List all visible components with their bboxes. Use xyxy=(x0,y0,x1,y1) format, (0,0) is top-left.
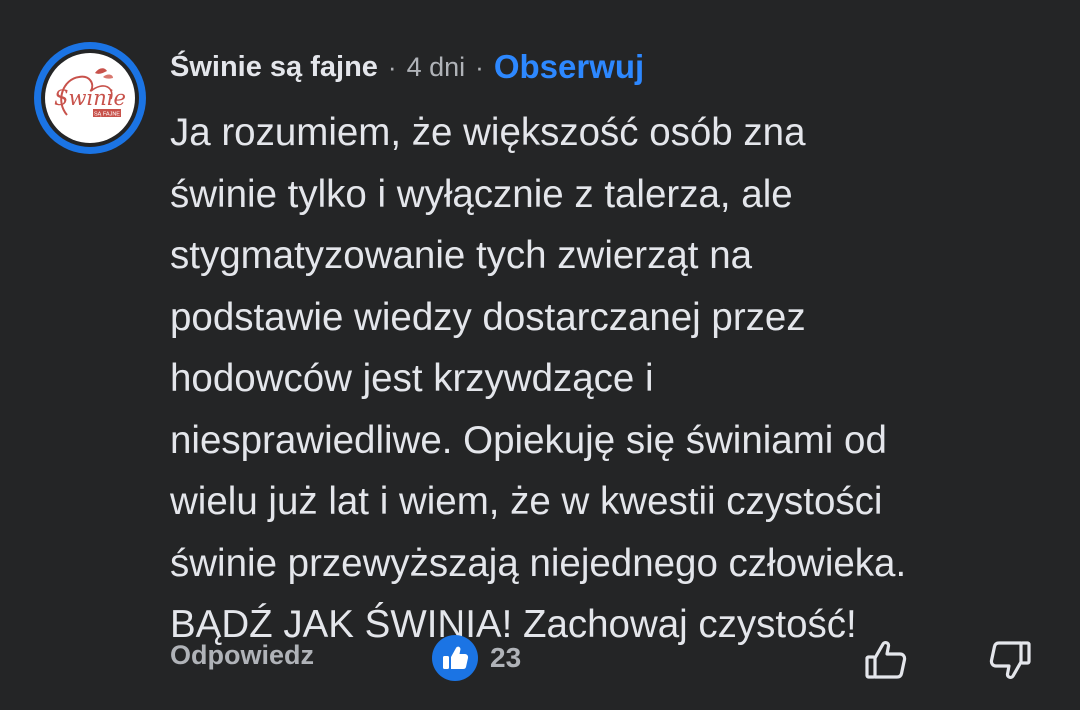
swinie-logo-icon: Świnie SĄ FAJNE xyxy=(54,68,126,118)
comment-text-line: podstawie wiedzy dostarczanej przez xyxy=(170,295,806,339)
comment-text-line: świnie przewyższają niejednego człowieka… xyxy=(170,541,907,585)
like-reaction-badge[interactable] xyxy=(432,635,478,681)
comment-actions: Odpowiedz 23 xyxy=(0,628,1080,688)
svg-text:Świnie: Świnie xyxy=(54,86,126,110)
comment: Świnie SĄ FAJNE Świnie są fajne · 4 dni … xyxy=(0,0,1080,710)
downvote-button[interactable] xyxy=(986,636,1034,684)
avatar[interactable]: Świnie SĄ FAJNE xyxy=(34,42,146,154)
comment-header: Świnie są fajne · 4 dni · Obserwuj xyxy=(170,44,644,90)
follow-button[interactable]: Obserwuj xyxy=(494,48,644,86)
author-name[interactable]: Świnie są fajne xyxy=(170,51,378,84)
separator-dot: · xyxy=(387,51,397,82)
comment-text: Ja rozumiem, że większość osób zna świni… xyxy=(170,102,1060,656)
upvote-button[interactable] xyxy=(862,636,910,684)
thumbs-down-outline-icon xyxy=(989,641,1031,679)
timestamp[interactable]: 4 dni xyxy=(407,52,466,83)
thumbs-up-outline-icon xyxy=(865,641,907,679)
comment-text-line: hodowców jest krzywdzące i xyxy=(170,357,654,400)
comment-text-line: Ja rozumiem, że większość osób zna xyxy=(170,111,806,154)
thumbs-up-icon xyxy=(443,646,469,669)
comment-text-line: stygmatyzowanie tych zwierząt na xyxy=(170,234,753,277)
reply-button[interactable]: Odpowiedz xyxy=(170,640,314,671)
page-logo: Świnie SĄ FAJNE xyxy=(45,53,135,143)
comment-text-line: wielu już lat i wiem, że w kwestii czyst… xyxy=(170,480,883,523)
avatar-ring: Świnie SĄ FAJNE xyxy=(41,49,139,147)
svg-text:SĄ FAJNE: SĄ FAJNE xyxy=(94,112,120,118)
separator-dot: · xyxy=(475,51,484,82)
like-count[interactable]: 23 xyxy=(490,642,521,674)
comment-text-line: niesprawiedliwe. Opiekuję się świniami o… xyxy=(170,418,887,462)
comment-text-line: świnie tylko i wyłącznie z talerza, ale xyxy=(170,172,793,216)
